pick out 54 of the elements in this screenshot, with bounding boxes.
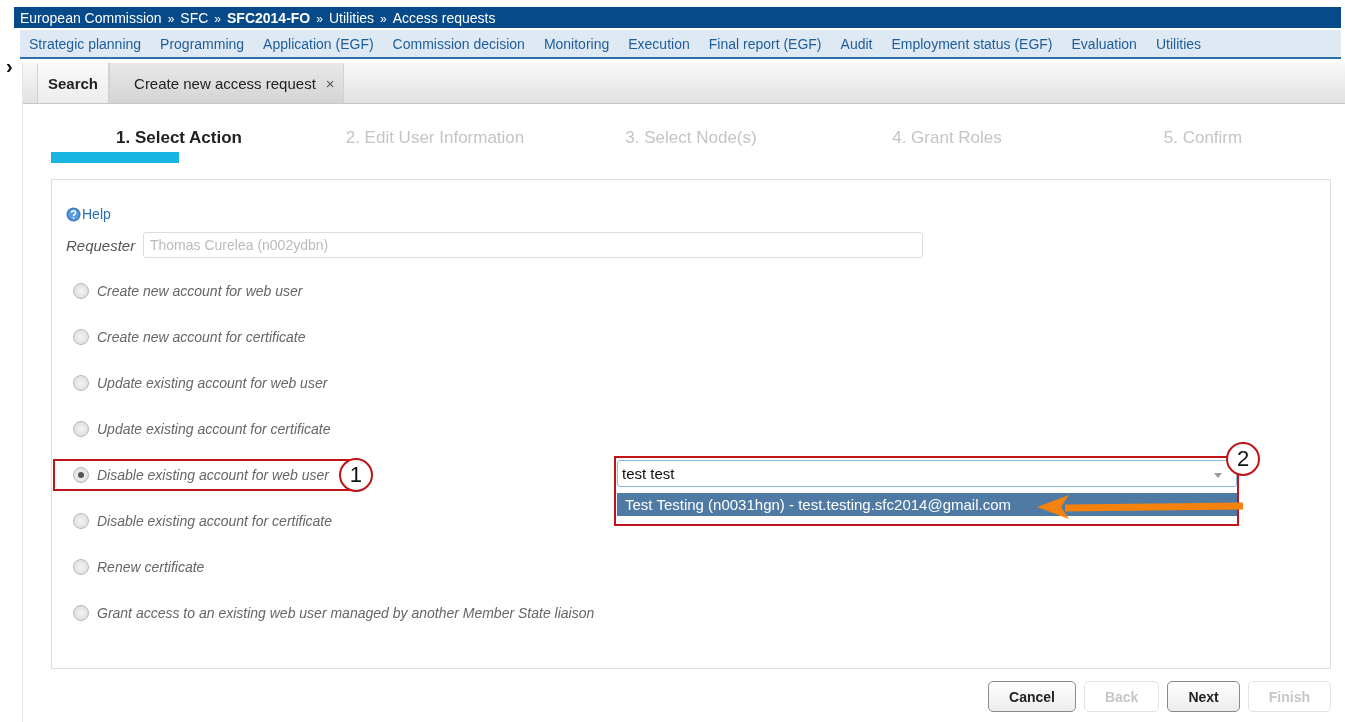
menu-item[interactable]: Audit (831, 35, 883, 52)
option-label: Update existing account for web user (97, 375, 328, 391)
option-label: Update existing account for certificate (97, 421, 331, 437)
wizard-step: 2. Edit User Information (345, 128, 525, 148)
radio-button[interactable] (73, 513, 89, 529)
breadcrumb-link[interactable]: SFC2014-FO (227, 9, 311, 26)
radio-button[interactable] (73, 605, 89, 621)
wizard-step: 5. Confirm (1163, 128, 1243, 148)
menu-item[interactable]: Evaluation (1062, 35, 1147, 52)
radio-button[interactable] (73, 559, 89, 575)
menu-item[interactable]: Employment status (EGF) (882, 35, 1063, 52)
option-label: Create new account for web user (97, 283, 303, 299)
radio-button[interactable] (73, 329, 89, 345)
tab[interactable]: Create new access request × (109, 63, 344, 103)
breadcrumb-link[interactable]: Access requests (392, 9, 496, 26)
breadcrumb-separator: » (316, 12, 323, 26)
breadcrumb-separator: » (214, 12, 221, 26)
help-link[interactable]: Help (82, 206, 111, 222)
callout-badge: 2 (1226, 442, 1260, 476)
menu-item[interactable]: Monitoring (534, 35, 620, 52)
field-label: Requester (66, 236, 137, 254)
help-icon[interactable] (66, 206, 81, 222)
option-label: Create new account for certificate (97, 329, 306, 345)
option-label: Disable existing account for certificate (97, 513, 332, 529)
wizard-step: 4. Grant Roles (892, 128, 1002, 148)
menu-item[interactable]: Execution (619, 35, 700, 52)
breadcrumb-link[interactable]: SFC (180, 9, 209, 26)
radio-button[interactable] (73, 375, 89, 391)
suggestion-item[interactable]: Test Testing (n0031hgn) - test.testing.sfc2014@gmail.com (617, 493, 1237, 516)
radio-button[interactable] (73, 467, 89, 483)
radio-button[interactable] (73, 421, 89, 437)
menu-item[interactable]: Commission decision (383, 35, 535, 52)
menu-item[interactable]: Strategic planning (20, 35, 152, 52)
wizard-button[interactable]: Next (1167, 681, 1240, 712)
menu-item[interactable]: Utilities (1146, 35, 1212, 52)
breadcrumb-separator: » (167, 12, 175, 26)
menu-item[interactable]: Final report (EGF) (699, 35, 832, 52)
wizard-step: 3. Select Node(s) (625, 128, 757, 148)
option-label: Renew certificate (97, 559, 205, 575)
wizard-step: 1. Select Action (116, 128, 242, 148)
breadcrumb-link[interactable]: Utilities (328, 9, 375, 26)
breadcrumb-link[interactable]: European Commission (20, 9, 162, 26)
callout-badge: 1 (338, 458, 373, 492)
breadcrumb-separator: » (380, 12, 387, 26)
option-label: Grant access to an existing web user managed by another Member State liaison (97, 605, 595, 621)
menu-item[interactable]: Application (EGF) (254, 35, 384, 52)
sidebar-toggle[interactable]: › (6, 56, 13, 76)
option-label: Disable existing account for web user (97, 467, 329, 483)
wizard-button[interactable]: Cancel (988, 681, 1076, 712)
user-search-field[interactable]: test test (617, 460, 1237, 487)
menu-item[interactable]: Programming (151, 35, 255, 52)
radio-button[interactable] (73, 283, 89, 299)
tab[interactable]: Search (37, 63, 110, 103)
caret-icon[interactable] (1214, 473, 1222, 478)
